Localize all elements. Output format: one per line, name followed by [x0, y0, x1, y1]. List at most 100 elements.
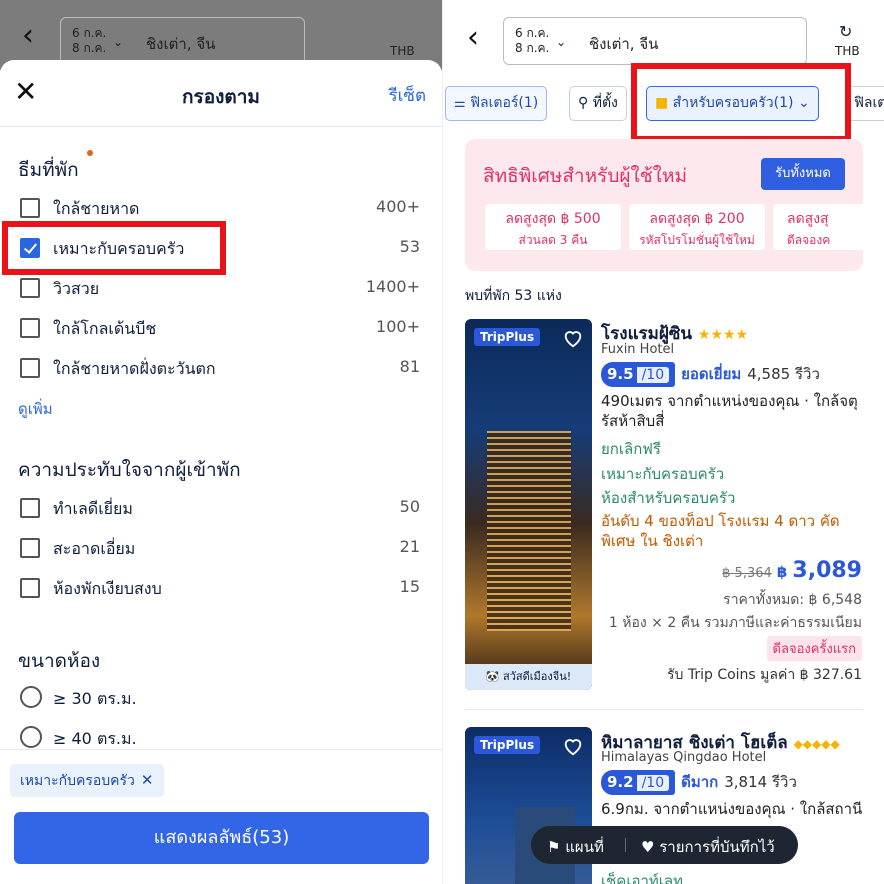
filter-option-quiet[interactable]: ห้องพักเงียบสงบ 15 — [20, 576, 420, 600]
hotel-name-en: Fuxin Hotel — [601, 342, 675, 357]
option-count: 1400+ — [365, 277, 420, 296]
coupon-amount: ลดสูงสุด ฿ 200 — [649, 211, 745, 227]
highlight-box — [2, 221, 226, 275]
heart-icon[interactable] — [562, 735, 584, 757]
claim-all-button[interactable]: รับทั้งหมด — [761, 158, 845, 190]
radio-button[interactable] — [20, 726, 42, 748]
back-icon[interactable]: ‹ — [467, 20, 479, 55]
heart-icon[interactable] — [562, 327, 584, 349]
option-count: 15 — [399, 577, 420, 596]
chip-label: ฟิลเตอร์(1) — [470, 95, 539, 111]
filter-panel: ‹ 6 ก.ค. 8 ก.ค. ⌄ ชิงเต่า, จีน THB ✕ กรอ… — [0, 0, 442, 884]
filter-option-clean[interactable]: สะอาดเอี่ยม 21 — [20, 536, 420, 560]
reset-button[interactable]: รีเซ็ต — [388, 82, 426, 109]
location-pin-icon: ⚲ — [578, 95, 589, 111]
promo-title: สิทธิพิเศษสำหรับผู้ใช้ใหม่ — [483, 165, 688, 187]
filter-option-west-beach[interactable]: ใกล้ชายหาดฝั่งตะวันตก 81 — [20, 356, 420, 380]
coupon-card[interactable]: ลดสูงสุ ดีลจองค — [773, 204, 863, 250]
currency-label[interactable]: THB — [835, 44, 860, 58]
checkbox[interactable] — [20, 198, 40, 218]
coupon-desc: ดีลจองค — [787, 233, 831, 247]
family-room-tag: ห้องสำหรับครอบครัว — [601, 489, 736, 507]
coupon-amount: ลดสูงสุ — [787, 211, 829, 227]
free-cancel-tag: ยกเลิกฟรี — [601, 440, 661, 458]
chevron-down-icon: ⌄ — [113, 35, 124, 49]
checkbox[interactable] — [20, 498, 40, 518]
filter-option-size-40[interactable]: ≥ 40 ตร.ม. — [20, 726, 420, 750]
saved-list-button[interactable]: ♥ รายการที่บันทึกไว้ — [641, 835, 775, 859]
building-image — [487, 431, 571, 631]
divider — [0, 126, 442, 127]
sheet-title: กรองตาม — [182, 86, 260, 108]
review-score: 9.5/10 ยอดเยี่ยม 4,585 รีวิว — [601, 362, 820, 387]
chip-label: ฟิลเต — [854, 95, 884, 111]
current-price: 3,089 — [792, 558, 862, 583]
show-results-button[interactable]: แสดงผลลัพธ์(53) — [14, 812, 429, 864]
hotel-name-text: โรงแรมฝู้ซิน — [601, 324, 692, 344]
deal-tag: ดีลจองครั้งแรก — [766, 636, 862, 661]
option-count: 100+ — [376, 317, 420, 336]
option-label: ใกล้โกลเด้นบีช — [53, 319, 157, 338]
distance-text: 490เมตร จากตำแหน่งของคุณ · ใกล้จตุรัสห้า… — [601, 392, 858, 430]
section-title-room-size: ขนาดห้อง — [18, 650, 101, 672]
filter-option-location[interactable]: ทำเลดีเยี่ยม 50 — [20, 496, 420, 520]
checkbox[interactable] — [20, 578, 40, 598]
distance-text: 6.9กม. จากตำแหน่งของคุณ · ใกล้สถานี — [601, 800, 863, 818]
review-count: 3,814 รีวิว — [724, 773, 797, 791]
location-chip[interactable]: ⚲ ที่ตั้ง — [569, 86, 627, 121]
hotel-image[interactable]: TripPlus 🐼 สวัสดีเมืองจีน! — [465, 319, 592, 690]
tripplus-badge: TripPlus — [474, 328, 541, 346]
currency-switch-icon: ↻ — [839, 22, 853, 41]
filter-chip[interactable]: ⚌ ฟิลเตอร์(1) — [445, 86, 548, 121]
filter-option-golden-beach[interactable]: ใกล้โกลเด้นบีช 100+ — [20, 316, 420, 340]
option-count: 21 — [399, 537, 420, 556]
option-count: 53 — [399, 237, 420, 256]
date-range: 6 ก.ค. 8 ก.ค. — [72, 26, 107, 55]
floating-action-bar: ⚑ แผนที่ ♥ รายการที่บันทึกไว้ — [531, 826, 798, 864]
chip-label: เหมาะกับครอบครัว — [20, 773, 135, 789]
checkbox[interactable] — [20, 358, 40, 378]
results-panel: ‹ 6 ก.ค. 8 ก.ค. ⌄ ชิงเต่า, จีน ↻ THB ⚌ ฟ… — [442, 0, 884, 884]
option-count: 50 — [399, 497, 420, 516]
stay-details: 1 ห้อง × 2 คืน รวมภาษีและค่าธรรมเนียม — [608, 615, 862, 631]
city-name: ชิงเต่า, จีน — [146, 35, 216, 53]
trip-coins: รับ Trip Coins มูลค่า ฿ 327.61 — [666, 667, 862, 683]
option-label: ใกล้ชายหาด — [53, 199, 140, 218]
tripplus-badge: TripPlus — [474, 736, 541, 754]
filter-option-beach[interactable]: ใกล้ชายหาด 400+ — [20, 196, 420, 220]
map-pin-icon: ⚑ — [547, 838, 561, 856]
section-title-impression: ความประทับใจจากผู้เข้าพัก — [18, 459, 241, 481]
filter-option-view[interactable]: วิวสวย 1400+ — [20, 276, 420, 300]
ranking-text: อันดับ 4 ของท็อป โรงแรม 4 ดาว คัดพิเศษ ใ… — [601, 512, 840, 550]
original-price: ฿ 5,364 — [722, 566, 772, 581]
option-label: สะอาดเอี่ยม — [53, 539, 136, 558]
checkbox[interactable] — [20, 538, 40, 558]
review-score: 9.2/10 ดีมาก 3,814 รีวิว — [601, 770, 797, 795]
coupon-card[interactable]: ลดสูงสุด ฿ 500 ส่วนลด 3 คืน — [485, 204, 621, 250]
radio-button[interactable] — [20, 686, 42, 708]
checkout-tag: เช็คเอาท์เลท — [601, 872, 683, 884]
score-word: ยอดเยี่ยม — [681, 365, 742, 383]
hotel-name-en: Himalayas Qingdao Hotel — [601, 750, 767, 765]
family-tag: เหมาะกับครอบครัว — [601, 465, 725, 483]
chip-label: ที่ตั้ง — [592, 95, 618, 111]
image-caption: 🐼 สวัสดีเมืองจีน! — [465, 664, 592, 690]
highlight-box — [631, 63, 851, 142]
checkbox[interactable] — [20, 278, 40, 298]
saved-label: รายการที่บันทึกไว้ — [659, 838, 775, 856]
review-count: 4,585 รีวิว — [747, 365, 820, 383]
option-count: 81 — [399, 357, 420, 376]
selected-filter-chip[interactable]: เหมาะกับครอบครัว ✕ — [10, 764, 164, 797]
close-icon[interactable]: ✕ — [141, 771, 154, 789]
checkbox[interactable] — [20, 318, 40, 338]
coupon-card[interactable]: ลดสูงสุด ฿ 200 รหัสโปรโมชั่นผู้ใช้ใหม่ — [629, 204, 765, 250]
section-title-theme: ธีมที่พัก — [18, 159, 79, 181]
see-more-link[interactable]: ดูเพิ่ม — [18, 397, 53, 421]
option-label: ห้องพักเงียบสงบ — [53, 579, 162, 598]
new-dot — [87, 150, 93, 156]
filter-option-size-30[interactable]: ≥ 30 ตร.ม. — [20, 686, 420, 710]
option-label: ≥ 30 ตร.ม. — [53, 689, 137, 708]
map-button[interactable]: ⚑ แผนที่ — [547, 835, 604, 859]
score-word: ดีมาก — [681, 773, 719, 791]
diamond-rating-icon: ◆◆◆◆◆ — [793, 737, 840, 751]
